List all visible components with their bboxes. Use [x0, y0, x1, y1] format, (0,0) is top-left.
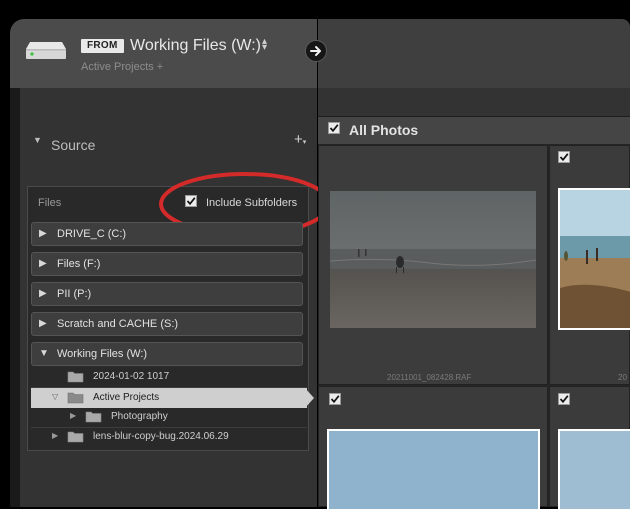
- photo-cell[interactable]: [318, 386, 548, 509]
- folder-icon: [67, 431, 84, 443]
- volume-label: Files (F:): [57, 258, 101, 270]
- arrow-right-icon: [310, 46, 321, 56]
- up-down-arrows-icon[interactable]: ▴ ▾: [262, 37, 267, 53]
- collapse-triangle-icon[interactable]: ▽: [52, 392, 58, 401]
- expand-triangle-icon[interactable]: ▶: [39, 228, 47, 239]
- photo-filename: 20211001_082428.RAF: [387, 373, 472, 382]
- collapse-triangle-icon[interactable]: ▼: [33, 135, 42, 145]
- photo-filename: 20: [618, 373, 627, 382]
- collapse-triangle-icon[interactable]: ▼: [39, 348, 49, 359]
- files-label: Files: [38, 197, 62, 209]
- volume-row-working-w[interactable]: ▼ Working Files (W:): [31, 342, 303, 366]
- all-photos-title[interactable]: All Photos: [349, 122, 418, 138]
- photo-thumbnail[interactable]: [330, 191, 536, 328]
- volume-row-files-f[interactable]: ▶ Files (F:): [31, 252, 303, 276]
- photo-checkbox[interactable]: [329, 393, 341, 405]
- folder-row-2024-01-02[interactable]: 2024-01-02 1017: [31, 367, 307, 387]
- photo-thumbnail[interactable]: [327, 429, 540, 509]
- import-header-main: [318, 19, 630, 88]
- check-all-checkbox[interactable]: [328, 122, 340, 134]
- folder-icon: [85, 411, 102, 423]
- volume-label: Scratch and CACHE (S:): [57, 318, 179, 330]
- folder-row-lens-blur[interactable]: ▶ lens-blur-copy-bug.2024.06.29: [31, 427, 307, 447]
- folder-row-photography[interactable]: ▶ Photography: [31, 407, 307, 427]
- folder-label: Photography: [111, 411, 168, 422]
- photo-cell[interactable]: 20: [549, 145, 630, 385]
- grid-toolbar: [318, 88, 630, 117]
- plus-icon[interactable]: +▾: [294, 131, 306, 148]
- photo-cell[interactable]: [549, 386, 630, 509]
- photo-thumbnail[interactable]: [558, 188, 630, 330]
- photo-checkbox[interactable]: [558, 393, 570, 405]
- photo-checkbox[interactable]: [558, 151, 570, 163]
- folder-label: lens-blur-copy-bug.2024.06.29: [93, 431, 229, 442]
- folder-row-active-projects[interactable]: ▽ Active Projects: [31, 388, 307, 408]
- expand-triangle-icon[interactable]: ▶: [39, 318, 47, 329]
- from-badge: FROM: [81, 39, 124, 53]
- expand-triangle-icon[interactable]: ▶: [70, 411, 76, 420]
- expand-triangle-icon[interactable]: ▶: [39, 288, 47, 299]
- source-selector[interactable]: Working Files (W:): [130, 37, 261, 55]
- folder-icon: [67, 392, 84, 404]
- next-step-arrow-button[interactable]: [305, 40, 327, 62]
- expand-triangle-icon[interactable]: ▶: [52, 431, 58, 440]
- volume-label: PII (P:): [57, 288, 92, 300]
- folder-label: Active Projects: [93, 392, 160, 403]
- source-panel-title[interactable]: Source: [51, 137, 95, 153]
- expand-triangle-icon[interactable]: ▶: [39, 258, 47, 269]
- volume-label: DRIVE_C (C:): [57, 228, 127, 240]
- selection-pointer: [305, 388, 314, 408]
- source-sub-path[interactable]: Active Projects +: [81, 61, 163, 73]
- volume-row-pii-p[interactable]: ▶ PII (P:): [31, 282, 303, 306]
- photo-thumbnail[interactable]: [558, 429, 630, 509]
- hard-drive-icon: [26, 42, 66, 59]
- folder-label: 2024-01-02 1017: [93, 371, 170, 382]
- volume-row-scratch-s[interactable]: ▶ Scratch and CACHE (S:): [31, 312, 303, 336]
- folder-icon: [67, 371, 84, 383]
- volume-label: Working Files (W:): [57, 348, 148, 360]
- photo-cell[interactable]: 20211001_082428.RAF: [318, 145, 548, 385]
- panel-edge: [10, 88, 20, 507]
- volume-row-drive-c[interactable]: ▶ DRIVE_C (C:): [31, 222, 303, 246]
